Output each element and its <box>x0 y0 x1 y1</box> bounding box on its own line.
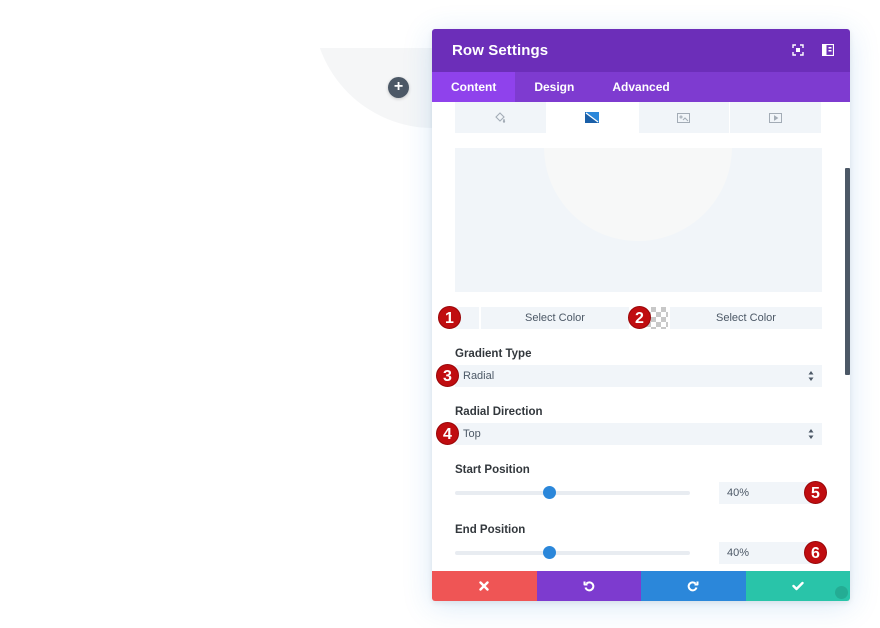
bg-tab-image[interactable] <box>639 102 731 133</box>
radial-direction-value: Top <box>463 428 481 440</box>
paint-bucket-icon <box>495 111 506 123</box>
undo-icon <box>583 581 595 592</box>
sidebar-toggle-icon[interactable] <box>820 42 836 58</box>
start-position-label: Start Position <box>455 464 530 476</box>
content-scrollbar[interactable] <box>845 168 850 375</box>
settings-tabs: Content Design Advanced <box>432 72 850 102</box>
gradient-type-value: Radial <box>463 370 495 382</box>
gradient-icon <box>585 112 600 123</box>
bg-tab-video[interactable] <box>730 102 822 133</box>
start-position-slider-thumb[interactable] <box>543 486 556 499</box>
add-row-button[interactable]: + <box>388 77 409 98</box>
annotation-badge-5: 5 <box>804 481 827 504</box>
select-end-color-button[interactable]: Select Color <box>670 307 822 329</box>
modal-header: Row Settings <box>432 29 850 72</box>
cancel-button[interactable] <box>432 571 537 601</box>
tab-design[interactable]: Design <box>515 72 593 102</box>
resize-handle[interactable] <box>835 586 848 599</box>
end-position-slider-thumb[interactable] <box>543 546 556 559</box>
settings-content: Select Color Select Color 1 2 Gradient T… <box>432 102 850 571</box>
start-position-slider[interactable] <box>455 486 690 499</box>
page-canvas: + Row Settings Content Design Advanced S… <box>0 0 880 628</box>
image-icon <box>677 112 691 123</box>
radial-gradient-shape <box>544 148 732 241</box>
select-arrows-icon <box>808 371 814 381</box>
redo-icon <box>687 581 699 592</box>
save-button[interactable] <box>745 571 850 601</box>
radial-direction-select[interactable]: Top <box>455 423 822 445</box>
fullscreen-icon[interactable] <box>790 42 806 58</box>
tab-advanced[interactable]: Advanced <box>593 72 688 102</box>
close-icon <box>479 581 489 591</box>
gradient-type-label: Gradient Type <box>455 348 532 360</box>
tab-content[interactable]: Content <box>432 72 516 102</box>
modal-footer <box>432 571 850 601</box>
annotation-badge-2: 2 <box>628 306 651 329</box>
annotation-badge-1: 1 <box>438 306 461 329</box>
gradient-preview <box>455 148 822 292</box>
end-position-slider[interactable] <box>455 546 690 559</box>
check-icon <box>792 581 804 591</box>
radial-direction-label: Radial Direction <box>455 406 543 418</box>
gradient-color-row: Select Color Select Color 1 2 <box>432 306 850 329</box>
gradient-type-select[interactable]: Radial <box>455 365 822 387</box>
annotation-badge-3: 3 <box>436 364 459 387</box>
select-start-color-button[interactable]: Select Color <box>481 307 629 329</box>
select-arrows-icon <box>808 429 814 439</box>
modal-title: Row Settings <box>452 42 549 59</box>
end-position-label: End Position <box>455 524 526 536</box>
bg-tab-gradient[interactable] <box>546 102 639 133</box>
plus-icon: + <box>393 78 404 95</box>
video-icon <box>769 112 783 123</box>
row-settings-modal: Row Settings Content Design Advanced Sel… <box>432 29 850 601</box>
redo-button[interactable] <box>641 571 746 601</box>
background-type-tabs <box>455 102 822 133</box>
undo-button[interactable] <box>536 571 641 601</box>
annotation-badge-6: 6 <box>804 541 827 564</box>
annotation-badge-4: 4 <box>436 422 459 445</box>
bg-tab-color[interactable] <box>455 102 547 133</box>
